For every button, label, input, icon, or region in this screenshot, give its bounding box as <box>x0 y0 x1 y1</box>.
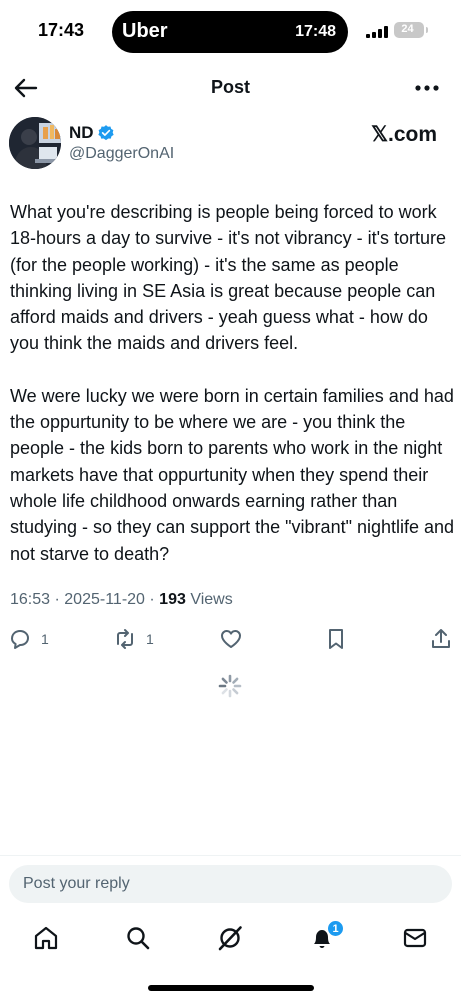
reply-divider <box>0 855 461 856</box>
reply-icon <box>11 630 29 649</box>
avatar-image <box>9 117 61 169</box>
battery-level: 24 <box>401 23 414 35</box>
tab-grok[interactable] <box>216 924 244 952</box>
notifications-badge: 1 <box>327 920 344 937</box>
post-text: What you're describing is people being f… <box>10 199 455 567</box>
page-title: Post <box>210 77 250 97</box>
post-header: Post <box>0 64 461 112</box>
more-options-button[interactable] <box>413 76 441 100</box>
status-bar: 17:43 Uber 17:48 24 <box>0 0 461 64</box>
mail-icon <box>403 928 427 948</box>
meta-separator: · <box>54 591 60 608</box>
loading-spinner-icon <box>218 674 242 698</box>
views-label: Views <box>190 591 233 608</box>
share-icon <box>432 629 450 648</box>
post-time[interactable]: 16:53 <box>10 591 50 608</box>
repost-count: 1 <box>146 631 154 647</box>
bookmark-button[interactable] <box>324 626 348 652</box>
like-button[interactable] <box>219 626 243 652</box>
post-paragraph: What you're describing is people being f… <box>10 202 447 354</box>
author-handle[interactable]: @DaggerOnAI <box>69 145 174 163</box>
avatar[interactable] <box>9 117 61 169</box>
search-icon <box>127 927 150 950</box>
views-count: 193 <box>159 591 186 608</box>
tab-home[interactable] <box>32 924 60 952</box>
dynamic-island[interactable]: Uber 17:48 <box>112 11 348 53</box>
bottom-tab-bar <box>0 918 461 958</box>
grok-icon <box>218 926 242 951</box>
tab-search[interactable] <box>124 924 152 952</box>
home-indicator[interactable] <box>148 985 314 991</box>
reply-input[interactable] <box>9 865 452 903</box>
post-meta: 16:53 · 2025-11-20 · 193 Views <box>10 591 233 609</box>
heart-icon <box>221 630 241 648</box>
repost-button[interactable]: 1 <box>113 626 154 652</box>
repost-icon <box>117 629 133 649</box>
meta-separator: · <box>149 591 155 608</box>
reply-button[interactable]: 1 <box>8 626 49 652</box>
ellipsis-icon <box>415 85 439 91</box>
action-bar: 1 1 <box>0 624 461 654</box>
status-time: 17:43 <box>38 20 85 40</box>
battery-icon: 24 <box>394 22 428 38</box>
island-time: 17:48 <box>295 23 336 40</box>
post-paragraph: We were lucky we were born in certain fa… <box>10 385 455 564</box>
island-brand: Uber <box>122 20 168 42</box>
share-button[interactable] <box>429 626 453 652</box>
reply-count: 1 <box>41 631 49 647</box>
verified-badge-icon <box>98 125 114 141</box>
signal-icon <box>366 26 388 38</box>
author-name[interactable]: ND <box>69 123 94 143</box>
x-watermark: 𝕏.com <box>371 123 437 146</box>
tab-messages[interactable] <box>401 924 429 952</box>
home-icon <box>34 926 58 950</box>
bookmark-icon <box>329 629 343 649</box>
post-date[interactable]: 2025-11-20 <box>64 591 145 608</box>
